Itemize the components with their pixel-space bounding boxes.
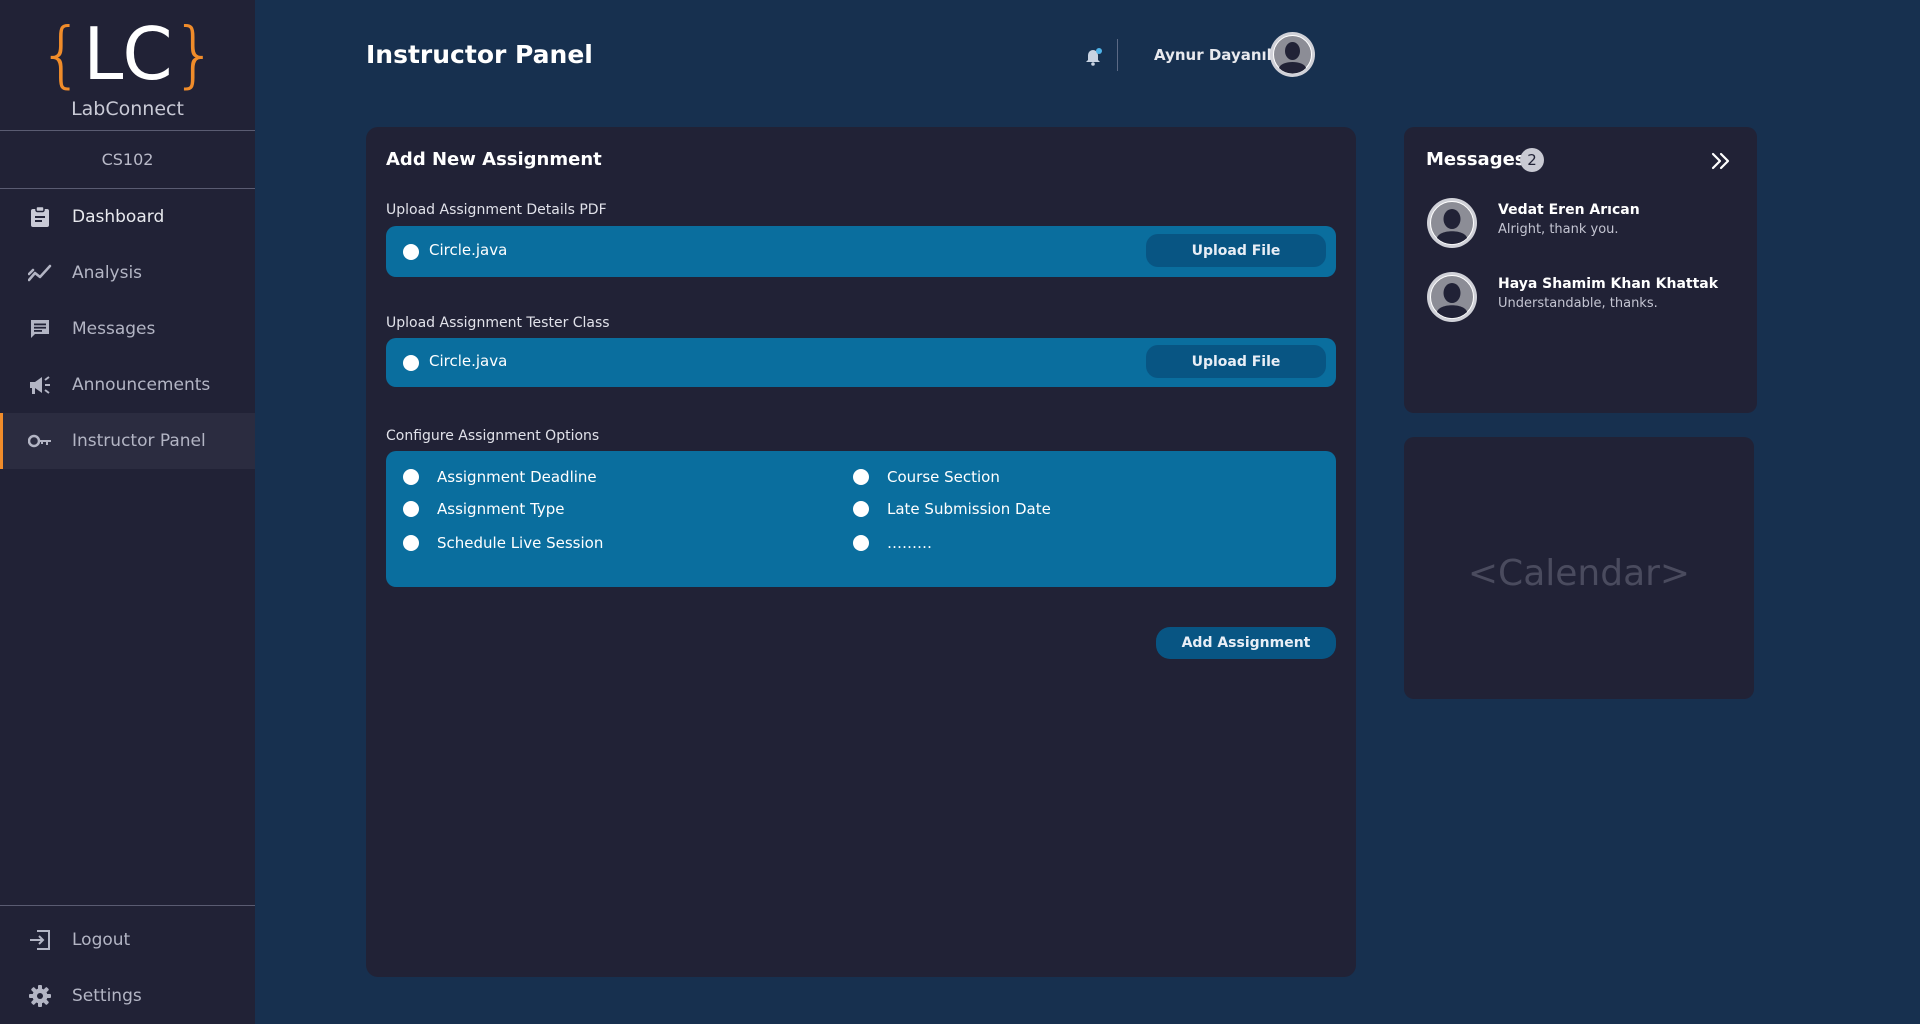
sidebar-item-label: Logout xyxy=(72,930,131,950)
sidebar-item-messages[interactable]: Messages xyxy=(0,301,255,357)
sidebar-item-dashboard[interactable]: Dashboard xyxy=(0,189,255,245)
pdf-upload-label: Upload Assignment Details PDF xyxy=(386,202,607,218)
double-chevron-right-icon[interactable] xyxy=(1710,150,1732,172)
option-label: Late Submission Date xyxy=(887,500,1051,518)
clipboard-icon xyxy=(28,205,52,229)
logout-icon xyxy=(28,928,52,952)
sidebar-nav: Dashboard Analysis Messages Announcement… xyxy=(0,189,255,469)
key-icon xyxy=(28,429,52,453)
add-assignment-button[interactable]: Add Assignment xyxy=(1156,627,1336,659)
option-radio[interactable] xyxy=(853,501,869,517)
calendar-card[interactable]: <Calendar> xyxy=(1404,437,1754,699)
option-label: Schedule Live Session xyxy=(437,534,604,552)
course-code: CS102 xyxy=(0,131,255,189)
message-preview: Understandable, thanks. xyxy=(1498,296,1658,311)
avatar xyxy=(1426,271,1478,323)
pdf-upload-field: Circle.java Upload File xyxy=(386,226,1336,277)
header-divider xyxy=(1117,39,1118,71)
messages-title: Messages xyxy=(1426,149,1526,170)
sidebar-item-settings[interactable]: Settings xyxy=(0,968,255,1024)
option-assignment-type[interactable]: Assignment Type xyxy=(403,497,565,521)
add-assignment-card: Add New Assignment Upload Assignment Det… xyxy=(366,127,1356,977)
sidebar-item-instructor-panel[interactable]: Instructor Panel xyxy=(0,413,255,469)
tester-upload-field: Circle.java Upload File xyxy=(386,338,1336,387)
messages-card: Messages 2 Vedat Eren Arıcan Alright, th… xyxy=(1404,127,1757,413)
gear-icon xyxy=(28,984,52,1008)
card-title: Add New Assignment xyxy=(386,149,602,170)
options-label: Configure Assignment Options xyxy=(386,428,600,444)
logo-mark: {LC} xyxy=(0,14,255,94)
message-sender: Haya Shamim Khan Khattak xyxy=(1498,276,1719,292)
option-more[interactable]: ……… xyxy=(853,531,932,555)
option-label: Assignment Type xyxy=(437,500,565,518)
logo[interactable]: {LC} LabConnect xyxy=(0,0,255,131)
option-assignment-deadline[interactable]: Assignment Deadline xyxy=(403,465,597,489)
message-preview: Alright, thank you. xyxy=(1498,222,1619,237)
sidebar: {LC} LabConnect CS102 Dashboard Analysis… xyxy=(0,0,255,1024)
megaphone-icon xyxy=(28,373,52,397)
option-schedule-live-session[interactable]: Schedule Live Session xyxy=(403,531,603,555)
upload-pdf-button[interactable]: Upload File xyxy=(1146,234,1326,267)
calendar-placeholder: <Calendar> xyxy=(1467,552,1691,594)
logo-brace-open: { xyxy=(38,12,84,96)
option-label: Assignment Deadline xyxy=(437,468,597,486)
file-name: Circle.java xyxy=(429,352,508,370)
user-name[interactable]: Aynur Dayanık xyxy=(1154,46,1277,64)
sidebar-item-announcements[interactable]: Announcements xyxy=(0,357,255,413)
sidebar-item-label: Analysis xyxy=(72,263,143,283)
logo-letters: LC xyxy=(83,12,172,96)
user-avatar[interactable] xyxy=(1269,31,1316,78)
notification-bell-icon[interactable] xyxy=(1084,46,1104,66)
option-label: Course Section xyxy=(887,468,1000,486)
avatar xyxy=(1426,197,1478,249)
message-count-badge: 2 xyxy=(1520,148,1544,172)
file-radio[interactable] xyxy=(403,244,419,260)
sidebar-item-logout[interactable]: Logout xyxy=(0,912,255,968)
option-late-submission-date[interactable]: Late Submission Date xyxy=(853,497,1051,521)
file-radio[interactable] xyxy=(403,355,419,371)
options-panel: Assignment Deadline Assignment Type Sche… xyxy=(386,451,1336,587)
sidebar-item-label: Settings xyxy=(72,986,142,1006)
option-radio[interactable] xyxy=(403,535,419,551)
chat-icon xyxy=(28,317,52,341)
option-radio[interactable] xyxy=(853,535,869,551)
message-sender: Vedat Eren Arıcan xyxy=(1498,202,1640,218)
message-item[interactable]: Haya Shamim Khan Khattak Understandable,… xyxy=(1426,271,1746,325)
sidebar-item-label: Dashboard xyxy=(72,207,165,227)
option-radio[interactable] xyxy=(403,501,419,517)
option-course-section[interactable]: Course Section xyxy=(853,465,1000,489)
app-name: LabConnect xyxy=(71,98,184,120)
message-item[interactable]: Vedat Eren Arıcan Alright, thank you. xyxy=(1426,197,1746,251)
sidebar-bottom: Logout Settings xyxy=(0,905,255,1024)
option-label: ……… xyxy=(887,534,932,552)
sidebar-item-label: Instructor Panel xyxy=(72,431,206,451)
page-title: Instructor Panel xyxy=(366,40,593,69)
sidebar-item-analysis[interactable]: Analysis xyxy=(0,245,255,301)
sidebar-item-label: Messages xyxy=(72,319,156,339)
option-radio[interactable] xyxy=(403,469,419,485)
sidebar-item-label: Announcements xyxy=(72,375,211,395)
upload-tester-button[interactable]: Upload File xyxy=(1146,345,1326,378)
logo-brace-close: } xyxy=(171,12,218,96)
option-radio[interactable] xyxy=(853,469,869,485)
trend-chart-icon xyxy=(28,261,52,285)
tester-upload-label: Upload Assignment Tester Class xyxy=(386,315,610,331)
file-name: Circle.java xyxy=(429,241,508,259)
